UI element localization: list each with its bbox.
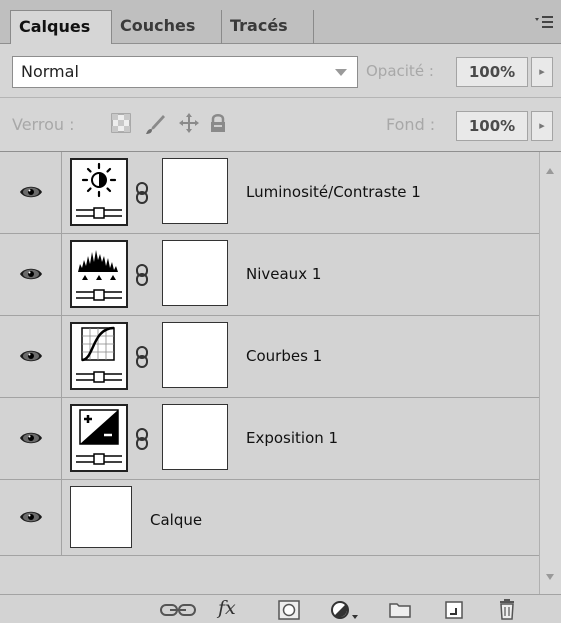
new-adjustment-icon[interactable] bbox=[330, 600, 360, 620]
layer-name[interactable]: Courbes 1 bbox=[246, 347, 322, 365]
lock-row: Verrou : Fond : 100% ▸ bbox=[0, 98, 561, 152]
chevron-down-icon bbox=[335, 69, 347, 76]
layer-row[interactable]: Luminosité/Contraste 1 bbox=[0, 152, 539, 234]
lock-position-icon[interactable] bbox=[178, 112, 200, 138]
scroll-up-icon[interactable] bbox=[546, 168, 554, 174]
layers-empty-area[interactable] bbox=[0, 556, 539, 594]
chain-link-icon[interactable] bbox=[134, 264, 150, 286]
lock-transparency-icon[interactable] bbox=[110, 112, 132, 138]
blend-mode-select[interactable]: Normal bbox=[12, 56, 358, 88]
eye-icon bbox=[20, 432, 42, 444]
lock-label: Verrou : bbox=[12, 115, 75, 134]
new-layer-icon[interactable] bbox=[444, 600, 464, 620]
eye-icon bbox=[20, 268, 42, 280]
lock-pixels-icon[interactable] bbox=[143, 112, 167, 140]
eye-icon bbox=[20, 511, 42, 523]
visibility-toggle[interactable] bbox=[0, 398, 62, 480]
visibility-toggle[interactable] bbox=[0, 234, 62, 316]
chain-link-icon[interactable] bbox=[134, 428, 150, 450]
blend-mode-value: Normal bbox=[21, 62, 79, 81]
fill-field[interactable]: 100% bbox=[456, 111, 528, 141]
layer-thumbnail[interactable] bbox=[70, 486, 132, 548]
layer-row[interactable]: Calque bbox=[0, 480, 539, 556]
chain-link-icon[interactable] bbox=[134, 346, 150, 368]
layer-mask-thumbnail[interactable] bbox=[162, 240, 228, 306]
layer-row[interactable]: Courbes 1 bbox=[0, 316, 539, 398]
layers-scrollbar[interactable] bbox=[539, 152, 561, 594]
brightness-contrast-icon[interactable] bbox=[70, 158, 128, 226]
lock-all-icon[interactable] bbox=[209, 112, 227, 138]
tab-traces[interactable]: Tracés bbox=[222, 10, 314, 44]
layer-mask-thumbnail[interactable] bbox=[162, 158, 228, 224]
panel-menu-icon[interactable] bbox=[533, 14, 555, 32]
fill-slider-button[interactable]: ▸ bbox=[531, 111, 553, 141]
link-layers-icon[interactable] bbox=[160, 601, 196, 621]
opacity-label: Opacité : bbox=[366, 62, 434, 80]
layer-name[interactable]: Calque bbox=[150, 511, 202, 529]
eye-icon bbox=[20, 186, 42, 198]
curves-icon[interactable] bbox=[70, 322, 128, 390]
layers-list: Luminosité/Contraste 1 Niveaux 1 Courbes… bbox=[0, 152, 539, 594]
tab-couches[interactable]: Couches bbox=[112, 10, 222, 44]
opacity-field[interactable]: 100% bbox=[456, 57, 528, 87]
eye-icon bbox=[20, 350, 42, 362]
visibility-toggle[interactable] bbox=[0, 152, 62, 234]
blend-row: Normal Opacité : 100% ▸ bbox=[0, 44, 561, 98]
fill-label: Fond : bbox=[386, 115, 436, 134]
fx-icon[interactable]: fx bbox=[218, 597, 236, 619]
layers-bottom-toolbar: fx bbox=[0, 594, 561, 623]
scroll-down-icon[interactable] bbox=[546, 574, 554, 580]
new-group-icon[interactable] bbox=[388, 600, 412, 620]
tab-calques[interactable]: Calques bbox=[10, 10, 112, 45]
exposure-icon[interactable] bbox=[70, 404, 128, 472]
delete-icon[interactable] bbox=[498, 598, 516, 620]
panel-tab-bar: Calques Couches Tracés bbox=[0, 0, 561, 45]
chain-link-icon[interactable] bbox=[134, 182, 150, 204]
layer-row[interactable]: Niveaux 1 bbox=[0, 234, 539, 316]
levels-icon[interactable] bbox=[70, 240, 128, 308]
layer-name[interactable]: Niveaux 1 bbox=[246, 265, 321, 283]
visibility-toggle[interactable] bbox=[0, 316, 62, 398]
add-mask-icon[interactable] bbox=[278, 600, 300, 620]
layer-name[interactable]: Luminosité/Contraste 1 bbox=[246, 183, 421, 201]
layer-name[interactable]: Exposition 1 bbox=[246, 429, 338, 447]
layer-mask-thumbnail[interactable] bbox=[162, 322, 228, 388]
layer-row[interactable]: Exposition 1 bbox=[0, 398, 539, 480]
visibility-toggle[interactable] bbox=[0, 480, 62, 556]
layer-mask-thumbnail[interactable] bbox=[162, 404, 228, 470]
opacity-slider-button[interactable]: ▸ bbox=[531, 57, 553, 87]
